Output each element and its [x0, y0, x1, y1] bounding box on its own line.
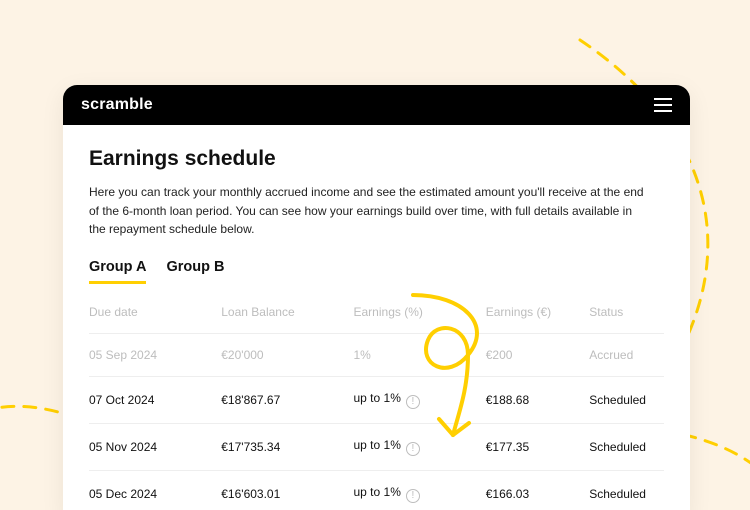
cell-earn-eur: €177.35 — [486, 423, 590, 470]
cell-balance: €16'603.01 — [221, 470, 353, 510]
tab-group-b[interactable]: Group B — [166, 259, 224, 283]
cell-earn-pct: up to 1%! — [354, 423, 486, 470]
earnings-table: Due date Loan Balance Earnings (%) Earni… — [89, 291, 664, 510]
brand-logo: scramble — [81, 96, 153, 114]
content-area: Earnings schedule Here you can track you… — [63, 125, 690, 510]
col-header-earn-pct: Earnings (%) — [354, 291, 486, 334]
tabs: Group A Group B — [89, 259, 664, 283]
cell-status: Scheduled — [589, 376, 664, 423]
cell-earn-pct: 1% — [354, 333, 486, 376]
topbar: scramble — [63, 85, 690, 125]
col-header-date: Due date — [89, 291, 221, 334]
cell-earn-eur: €200 — [486, 333, 590, 376]
info-icon[interactable]: ! — [406, 489, 420, 503]
cell-balance: €18'867.67 — [221, 376, 353, 423]
tab-group-a[interactable]: Group A — [89, 259, 146, 283]
cell-balance: €20'000 — [221, 333, 353, 376]
cell-status: Scheduled — [589, 470, 664, 510]
menu-icon[interactable] — [654, 98, 672, 112]
col-header-balance: Loan Balance — [221, 291, 353, 334]
cell-status: Scheduled — [589, 423, 664, 470]
col-header-status: Status — [589, 291, 664, 334]
app-window: scramble Earnings schedule Here you can … — [63, 85, 690, 510]
cell-status: Accrued — [589, 333, 664, 376]
cell-date: 05 Sep 2024 — [89, 333, 221, 376]
cell-earn-pct: up to 1%! — [354, 376, 486, 423]
cell-date: 05 Nov 2024 — [89, 423, 221, 470]
table-row: 05 Sep 2024€20'0001%€200Accrued — [89, 333, 664, 376]
info-icon[interactable]: ! — [406, 395, 420, 409]
cell-balance: €17'735.34 — [221, 423, 353, 470]
tab-label: Group B — [166, 259, 224, 275]
cell-earn-pct: up to 1%! — [354, 470, 486, 510]
cell-earn-eur: €188.68 — [486, 376, 590, 423]
tab-label: Group A — [89, 259, 146, 275]
page-title: Earnings schedule — [89, 147, 664, 171]
col-header-earn-eur: Earnings (€) — [486, 291, 590, 334]
cell-earn-eur: €166.03 — [486, 470, 590, 510]
table-row: 07 Oct 2024€18'867.67up to 1%!€188.68Sch… — [89, 376, 664, 423]
cell-date: 05 Dec 2024 — [89, 470, 221, 510]
cell-date: 07 Oct 2024 — [89, 376, 221, 423]
info-icon[interactable]: ! — [406, 442, 420, 456]
page-description: Here you can track your monthly accrued … — [89, 183, 649, 239]
table-row: 05 Nov 2024€17'735.34up to 1%!€177.35Sch… — [89, 423, 664, 470]
table-row: 05 Dec 2024€16'603.01up to 1%!€166.03Sch… — [89, 470, 664, 510]
